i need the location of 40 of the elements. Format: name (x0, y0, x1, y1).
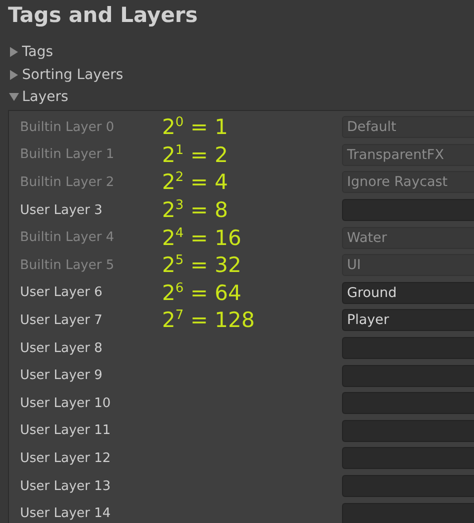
handwritten-note: 2$^{1}$ = 2 (161, 142, 228, 167)
layer-label: User Layer 6 (19, 285, 104, 300)
layer-label: Builtin Layer 0 (19, 120, 116, 135)
handwritten-note: 2$^{5}$ = 32 (161, 253, 242, 278)
handwritten-note: 2$^{0}$ = 1 (161, 115, 228, 140)
handwritten-note: 2$^{2}$ = 4 (161, 170, 228, 194)
expanded-arrow-icon (9, 92, 19, 102)
collapsed-arrow-icon (9, 47, 19, 58)
layer-label: User Layer 11 (19, 423, 112, 438)
layer-name-field[interactable] (342, 199, 474, 222)
layer-name-field[interactable] (342, 337, 474, 360)
layer-label: User Layer 10 (19, 396, 112, 411)
handwritten-note: 2$^{7}$ = 128 (161, 308, 255, 332)
layer-label: User Layer 7 (19, 312, 104, 328)
layer-label: Builtin Layer 2 (19, 174, 116, 190)
foldout-header[interactable]: Sorting Layers (9, 64, 124, 86)
layer-label: Builtin Layer 4 (19, 230, 116, 246)
handwritten-note: 2$^{3}$ = 8 (161, 198, 228, 222)
layer-label: User Layer 9 (19, 368, 104, 384)
foldout-header[interactable]: Tags (9, 41, 53, 64)
layer-label: User Layer 13 (19, 478, 112, 494)
handwritten-note: 2$^{4}$ = 16 (161, 226, 242, 250)
layer-label: User Layer 3 (19, 202, 104, 218)
layer-label: User Layer 12 (19, 450, 112, 466)
handwritten-note: 2$^{6}$ = 64 (161, 280, 242, 305)
window-title: Tags and Layers (7, 2, 199, 29)
collapsed-arrow-icon (9, 70, 19, 80)
layer-name-field[interactable] (342, 420, 474, 442)
layer-name-field[interactable] (342, 364, 474, 387)
layer-name-field[interactable] (342, 475, 474, 498)
layer-label: User Layer 14 (19, 506, 112, 522)
layer-name-field[interactable] (342, 392, 474, 414)
layer-name-field[interactable]: Ground (342, 282, 474, 304)
layer-label: User Layer 8 (19, 340, 104, 356)
layer-name-field[interactable] (342, 502, 474, 523)
foldout-header[interactable]: Layers (9, 86, 68, 108)
layer-label: Builtin Layer 5 (19, 258, 116, 273)
layer-name-field[interactable]: Player (342, 309, 474, 332)
layer-label: Builtin Layer 1 (19, 147, 116, 162)
layer-name-field[interactable] (342, 447, 474, 470)
